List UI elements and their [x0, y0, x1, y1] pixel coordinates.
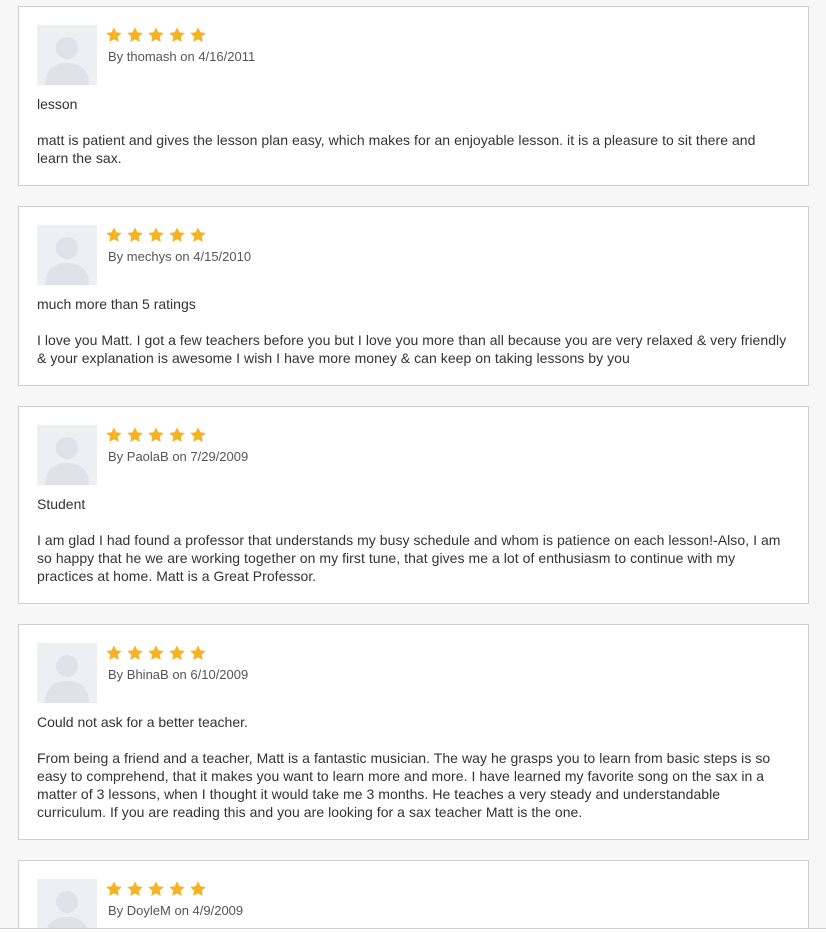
default-user-avatar-icon [37, 643, 97, 703]
star-filled-icon [169, 227, 185, 243]
star-filled-icon [127, 881, 143, 897]
star-rating [105, 880, 243, 900]
star-filled-icon [169, 881, 185, 897]
default-user-avatar-icon [37, 25, 97, 85]
star-filled-icon [190, 227, 206, 243]
review-title: Could not ask for a better teacher. [37, 714, 248, 730]
review-title: Student [37, 496, 86, 512]
star-rating [105, 644, 248, 664]
review-byline: By thomash on 4/16/2011 [108, 49, 256, 64]
review-card: By thomash on 4/16/2011 lesson matt is p… [18, 6, 809, 186]
review-card: By BhinaB on 6/10/2009 Could not ask for… [18, 624, 809, 840]
review-body: I love you Matt. I got a few teachers be… [37, 332, 787, 366]
review-header: By thomash on 4/16/2011 [37, 25, 790, 85]
review-header: By PaolaB on 7/29/2009 [37, 425, 790, 485]
review-byline: By BhinaB on 6/10/2009 [108, 667, 249, 682]
star-rating [105, 26, 255, 46]
star-filled-icon [106, 881, 122, 897]
review-header: By DoyleM on 4/9/2009 [37, 879, 790, 933]
star-rating [105, 426, 248, 446]
star-filled-icon [190, 645, 206, 661]
review-body: I am glad I had found a professor that u… [37, 532, 781, 584]
star-filled-icon [148, 227, 164, 243]
star-filled-icon [190, 427, 206, 443]
review-body: matt is patient and gives the lesson pla… [37, 132, 756, 166]
star-filled-icon [127, 227, 143, 243]
default-user-avatar-icon [37, 425, 97, 485]
star-filled-icon [169, 427, 185, 443]
review-byline: By PaolaB on 7/29/2009 [108, 449, 249, 464]
review-byline: By DoyleM on 4/9/2009 [108, 903, 244, 918]
footer-strip [0, 929, 826, 933]
review-title: much more than 5 ratings [37, 296, 196, 312]
review-byline: By mechys on 4/15/2010 [108, 249, 252, 264]
star-filled-icon [106, 427, 122, 443]
review-card: By DoyleM on 4/9/2009 [18, 860, 809, 933]
review-card: By mechys on 4/15/2010 much more than 5 … [18, 206, 809, 386]
star-filled-icon [169, 27, 185, 43]
review-header: By mechys on 4/15/2010 [37, 225, 790, 285]
star-filled-icon [127, 645, 143, 661]
review-header: By BhinaB on 6/10/2009 [37, 643, 790, 703]
default-user-avatar-icon [37, 225, 97, 285]
review-body: From being a friend and a teacher, Matt … [37, 750, 771, 820]
star-filled-icon [190, 27, 206, 43]
star-filled-icon [148, 645, 164, 661]
star-filled-icon [106, 227, 122, 243]
star-rating [105, 226, 251, 246]
star-filled-icon [169, 645, 185, 661]
star-filled-icon [148, 427, 164, 443]
star-filled-icon [127, 27, 143, 43]
star-filled-icon [106, 645, 122, 661]
star-filled-icon [190, 881, 206, 897]
star-filled-icon [127, 427, 143, 443]
star-filled-icon [148, 881, 164, 897]
review-title: lesson [37, 96, 78, 112]
star-filled-icon [106, 27, 122, 43]
default-user-avatar-icon [37, 879, 97, 933]
star-filled-icon [148, 27, 164, 43]
review-card: By PaolaB on 7/29/2009 Student I am glad… [18, 406, 809, 604]
review-list: By thomash on 4/16/2011 lesson matt is p… [18, 6, 809, 933]
